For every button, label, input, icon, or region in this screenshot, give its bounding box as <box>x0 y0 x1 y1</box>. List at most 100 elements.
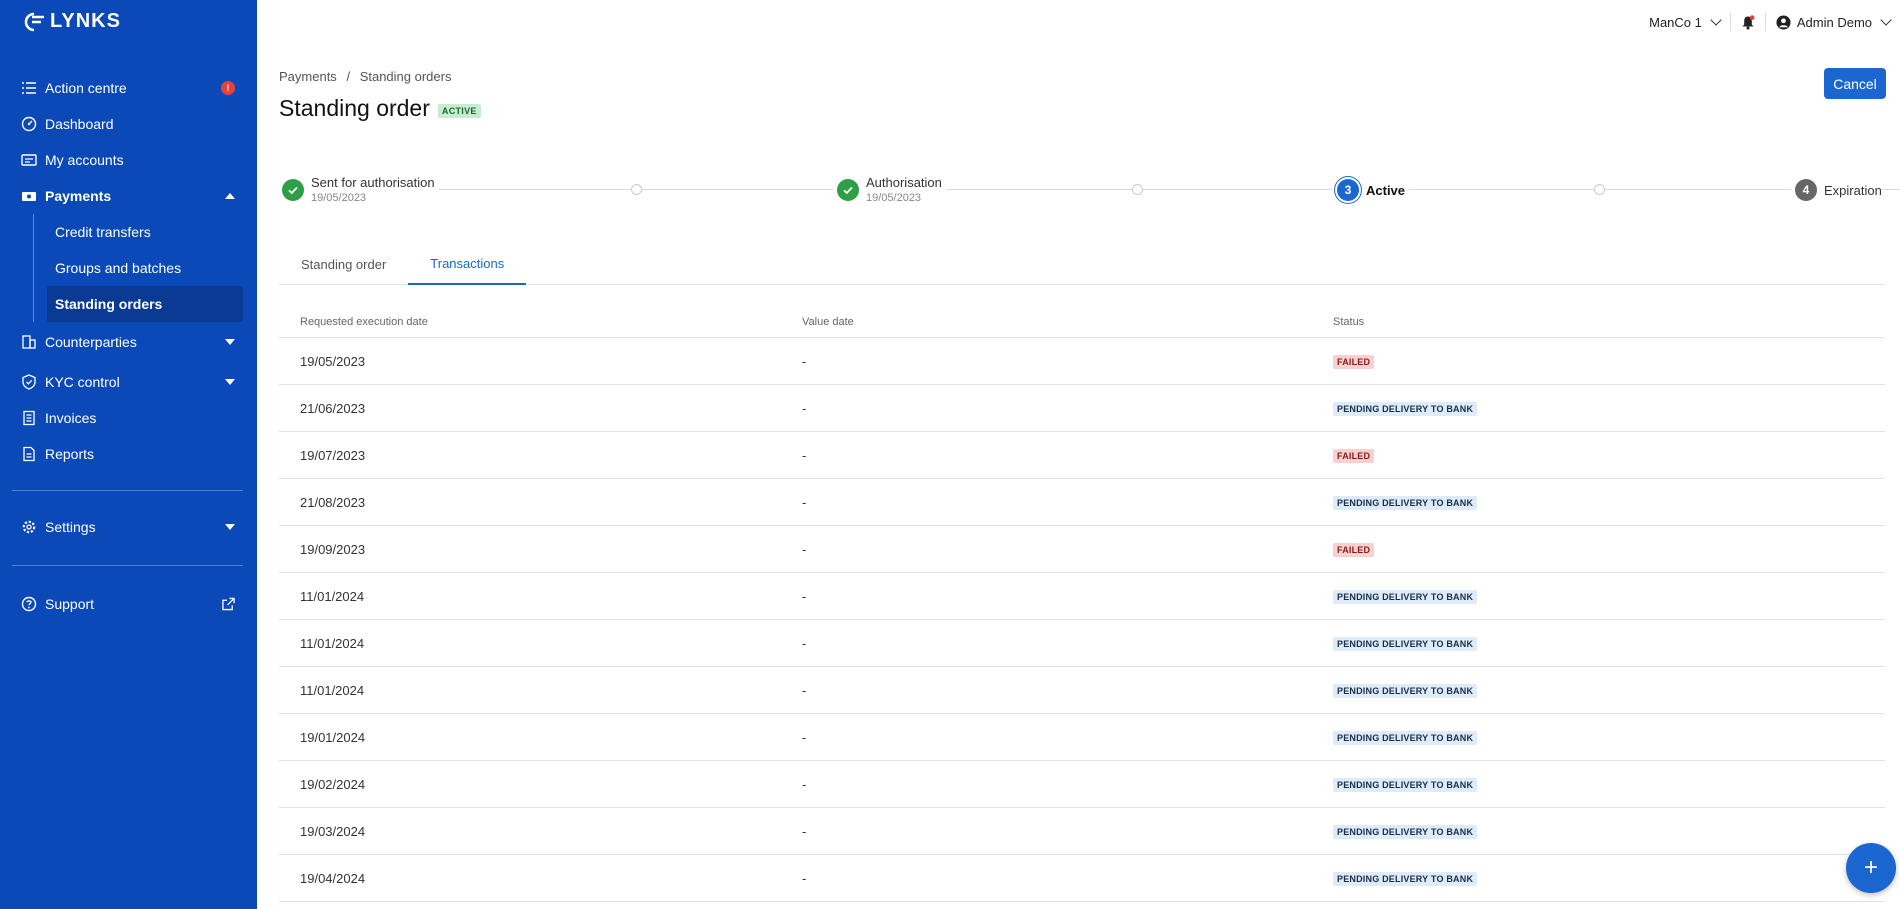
value-date-cell: - <box>802 588 807 604</box>
cancel-button[interactable]: Cancel <box>1824 68 1886 99</box>
table-row[interactable]: 19/07/2023 - FAILED <box>279 432 1885 479</box>
table-row[interactable]: 19/09/2023 - FAILED <box>279 526 1885 573</box>
notifications-button[interactable] <box>1731 14 1765 30</box>
step-active: 3 Active <box>1333 179 1410 201</box>
status-cell: PENDING DELIVERY TO BANK <box>1333 823 1885 839</box>
top-bar: ManCo 1 Admin Demo <box>1639 0 1900 44</box>
add-button[interactable]: + <box>1846 843 1896 893</box>
table-row[interactable]: 21/08/2023 - PENDING DELIVERY TO BANK <box>279 479 1885 526</box>
external-link-icon <box>222 597 235 611</box>
column-header-requested-execution-date[interactable]: Requested execution date <box>279 316 802 328</box>
breadcrumb-separator: / <box>346 69 351 84</box>
sidebar-item-label: KYC control <box>45 374 120 390</box>
stepper-dot <box>1132 184 1143 195</box>
status-badge: ACTIVE <box>437 103 481 118</box>
sidebar-item-label: Reports <box>45 446 95 462</box>
step-expiration: 4 Expiration <box>1791 179 1882 201</box>
page-title-text: Standing order <box>279 95 430 121</box>
value-date-cell: - <box>802 635 807 651</box>
chevron-down-icon <box>1880 14 1892 26</box>
page-title: Standing order ACTIVE <box>279 95 481 122</box>
breadcrumb-payments[interactable]: Payments <box>279 69 337 84</box>
table-header: Requested execution date Value date Stat… <box>279 306 1885 338</box>
sidebar-item-label: Action centre <box>45 80 127 96</box>
value-date-cell: - <box>802 776 807 792</box>
company-selector[interactable]: ManCo 1 <box>1639 14 1730 30</box>
breadcrumb-standing-orders[interactable]: Standing orders <box>360 69 452 84</box>
status-badge: PENDING DELIVERY TO BANK <box>1333 402 1478 416</box>
user-avatar-icon <box>1776 14 1791 30</box>
step-number: 3 <box>1337 179 1359 201</box>
status-badge: PENDING DELIVERY TO BANK <box>1333 496 1478 510</box>
status-badge: PENDING DELIVERY TO BANK <box>1333 637 1478 651</box>
table-row[interactable]: 19/04/2024 - PENDING DELIVERY TO BANK <box>279 855 1885 902</box>
report-icon <box>20 445 38 463</box>
tab-transactions[interactable]: Transactions <box>408 244 527 285</box>
tab-bar: Standing order Transactions <box>279 244 1885 285</box>
sidebar-item-my-accounts[interactable]: My accounts <box>0 142 257 178</box>
company-name: ManCo 1 <box>1649 14 1702 30</box>
table-row[interactable]: 19/02/2024 - PENDING DELIVERY TO BANK <box>279 761 1885 808</box>
stepper-dot <box>1594 184 1605 195</box>
execution-date-cell: 19/03/2024 <box>300 823 366 839</box>
help-icon <box>20 595 38 613</box>
lynks-logo[interactable]: LYNKS <box>22 10 121 33</box>
table-row[interactable]: 21/06/2023 - PENDING DELIVERY TO BANK <box>279 385 1885 432</box>
tab-standing-order[interactable]: Standing order <box>279 244 408 285</box>
caret-down-icon <box>225 379 235 385</box>
sidebar-item-invoices[interactable]: Invoices <box>0 400 257 436</box>
value-date-cell: - <box>802 682 807 698</box>
sidebar-item-label: Payments <box>45 188 112 204</box>
value-date-cell: - <box>802 400 807 416</box>
sidebar-item-dashboard[interactable]: Dashboard <box>0 106 257 142</box>
table-row[interactable]: 11/01/2024 - PENDING DELIVERY TO BANK <box>279 573 1885 620</box>
column-header-value-date[interactable]: Value date <box>802 316 1333 328</box>
sidebar-item-label: Dashboard <box>45 116 114 132</box>
table-row[interactable]: 11/01/2024 - PENDING DELIVERY TO BANK <box>279 667 1885 714</box>
sidebar-item-payments[interactable]: Payments <box>0 178 257 214</box>
step-number: 4 <box>1795 179 1817 201</box>
sidebar-item-label: Support <box>45 596 95 612</box>
execution-date-cell: 11/01/2024 <box>300 635 365 651</box>
status-badge: PENDING DELIVERY TO BANK <box>1333 825 1478 839</box>
status-badge: PENDING DELIVERY TO BANK <box>1333 872 1478 886</box>
status-cell: PENDING DELIVERY TO BANK <box>1333 635 1885 651</box>
sidebar-item-counterparties[interactable]: Counterparties <box>0 324 257 360</box>
table-row[interactable]: 19/01/2024 - PENDING DELIVERY TO BANK <box>279 714 1885 761</box>
caret-down-icon <box>225 524 235 530</box>
sidebar-item-action-centre[interactable]: Action centre ! <box>0 70 257 106</box>
execution-date-cell: 19/09/2023 <box>300 541 366 557</box>
sidebar-item-support[interactable]: Support <box>0 586 257 622</box>
status-cell: PENDING DELIVERY TO BANK <box>1333 400 1885 416</box>
sidebar-item-standing-orders[interactable]: Standing orders <box>47 286 243 322</box>
sidebar-item-credit-transfers[interactable]: Credit transfers <box>34 214 243 250</box>
value-date-cell: - <box>802 447 807 463</box>
status-cell: PENDING DELIVERY TO BANK <box>1333 588 1885 604</box>
table-row[interactable]: 11/01/2024 - PENDING DELIVERY TO BANK <box>279 620 1885 667</box>
execution-date-cell: 19/02/2024 <box>300 776 366 792</box>
execution-date-cell: 21/06/2023 <box>300 400 366 416</box>
sidebar-item-settings[interactable]: Settings <box>0 509 257 545</box>
chevron-down-icon <box>1710 14 1722 26</box>
sidebar-item-label: Settings <box>45 519 96 535</box>
alert-badge: ! <box>221 81 235 95</box>
status-badge: FAILED <box>1333 543 1375 557</box>
execution-date-cell: 19/05/2023 <box>300 353 366 369</box>
lynks-logo-icon <box>24 12 44 31</box>
column-header-status[interactable]: Status <box>1333 316 1885 328</box>
table-row[interactable]: 19/03/2024 - PENDING DELIVERY TO BANK <box>279 808 1885 855</box>
sidebar-item-reports[interactable]: Reports <box>0 436 257 472</box>
sidebar-item-kyc-control[interactable]: KYC control <box>0 364 257 400</box>
table-row[interactable]: 19/05/2023 - FAILED <box>279 338 1885 385</box>
bell-icon <box>1742 14 1755 29</box>
payments-subnav: Credit transfers Groups and batches Stan… <box>33 214 257 322</box>
status-badge: FAILED <box>1333 355 1375 369</box>
building-icon <box>20 333 38 351</box>
value-date-cell: - <box>802 729 807 745</box>
caret-down-icon <box>225 339 235 345</box>
user-menu[interactable]: Admin Demo <box>1766 14 1900 30</box>
execution-date-cell: 11/01/2024 <box>300 682 365 698</box>
sidebar-item-groups-and-batches[interactable]: Groups and batches <box>34 250 243 286</box>
status-badge: PENDING DELIVERY TO BANK <box>1333 778 1478 792</box>
gauge-icon <box>20 115 38 133</box>
